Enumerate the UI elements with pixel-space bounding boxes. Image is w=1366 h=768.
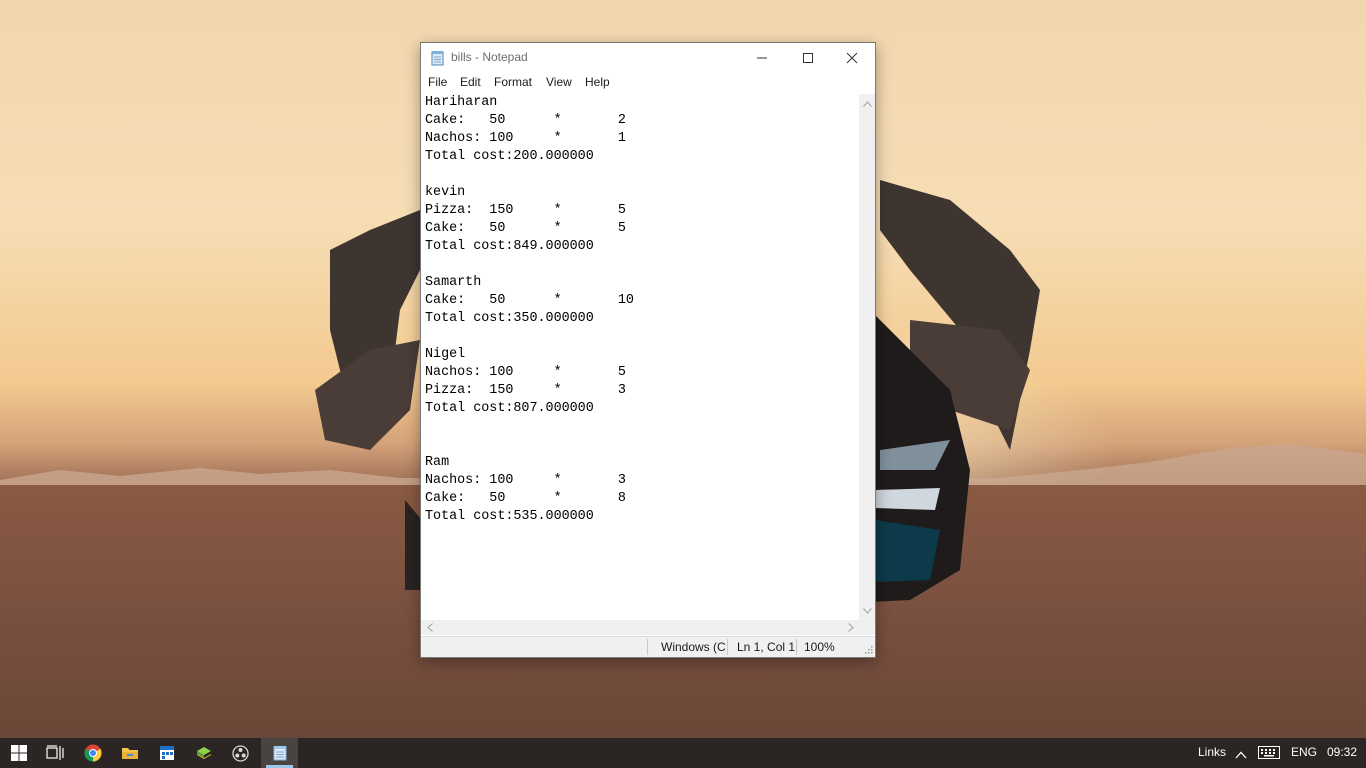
notepad-taskbar-button[interactable] <box>261 738 298 768</box>
horizontal-scrollbar[interactable] <box>421 620 859 635</box>
file-explorer-taskbar-button[interactable] <box>111 738 148 768</box>
taskbar: Links ENG 09:32 <box>0 738 1366 768</box>
notepad-icon <box>431 51 444 66</box>
status-cursor-position: Ln 1, Col 1 <box>737 640 796 654</box>
close-button[interactable] <box>829 43 875 73</box>
menu-view[interactable]: View <box>546 75 572 89</box>
status-divider <box>796 639 797 655</box>
scroll-up-button[interactable] <box>859 96 875 111</box>
menu-file[interactable]: File <box>428 75 447 89</box>
task-view-icon <box>45 745 64 760</box>
minimize-icon <box>757 57 767 59</box>
status-divider <box>647 639 648 655</box>
windows-start-icon <box>10 745 27 761</box>
clock[interactable]: 09:32 <box>1327 745 1357 759</box>
text-editor[interactable]: Hariharan Cake: 50 * 2 Nachos: 100 * 1 T… <box>421 94 859 620</box>
links-toolbar[interactable]: Links <box>1198 745 1226 759</box>
vertical-scrollbar[interactable] <box>859 94 875 620</box>
chevron-right-icon <box>848 623 854 632</box>
status-bar: Windows (C Ln 1, Col 1 100% <box>421 636 875 657</box>
scroll-right-button[interactable] <box>843 620 859 635</box>
maximize-icon <box>803 53 813 63</box>
title-bar[interactable]: bills - Notepad <box>421 43 875 73</box>
menu-bar: File Edit Format View Help <box>421 73 875 93</box>
notepad-window: bills - Notepad File Edit Format View He… <box>420 42 876 658</box>
task-view-button[interactable] <box>36 738 73 768</box>
calendar-app-icon <box>159 746 174 760</box>
chrome-taskbar-button[interactable] <box>74 738 111 768</box>
obs-taskbar-button[interactable] <box>222 738 259 768</box>
chevron-up-icon <box>1235 751 1247 759</box>
bluestacks-icon <box>196 747 211 759</box>
chevron-down-icon <box>862 607 872 614</box>
notepad-icon <box>273 746 286 761</box>
show-hidden-icons-button[interactable] <box>1235 746 1247 764</box>
maximize-button[interactable] <box>785 43 831 73</box>
menu-help[interactable]: Help <box>585 75 610 89</box>
chrome-icon <box>83 744 102 762</box>
status-zoom: 100% <box>804 640 835 654</box>
chevron-left-icon <box>427 623 433 632</box>
minimize-button[interactable] <box>739 43 785 73</box>
obs-icon <box>232 744 249 762</box>
scroll-down-button[interactable] <box>859 603 875 618</box>
scroll-corner <box>859 620 875 635</box>
file-explorer-icon <box>121 748 138 759</box>
document-text[interactable]: Hariharan Cake: 50 * 2 Nachos: 100 * 1 T… <box>421 94 859 526</box>
start-button[interactable] <box>0 738 37 768</box>
chevron-up-icon <box>862 100 872 107</box>
bluestacks-taskbar-button[interactable] <box>185 738 222 768</box>
scroll-left-button[interactable] <box>422 620 438 635</box>
status-divider <box>727 639 728 655</box>
menu-edit[interactable]: Edit <box>460 75 481 89</box>
touch-keyboard-button[interactable] <box>1258 746 1280 764</box>
input-language[interactable]: ENG <box>1291 745 1317 759</box>
window-title: bills - Notepad <box>451 50 528 64</box>
close-icon <box>846 52 858 64</box>
menu-format[interactable]: Format <box>494 75 532 89</box>
resize-grip-icon[interactable] <box>864 645 873 654</box>
calendar-app-taskbar-button[interactable] <box>148 738 185 768</box>
keyboard-icon <box>1258 746 1280 759</box>
status-encoding: Windows (C <box>661 640 725 654</box>
